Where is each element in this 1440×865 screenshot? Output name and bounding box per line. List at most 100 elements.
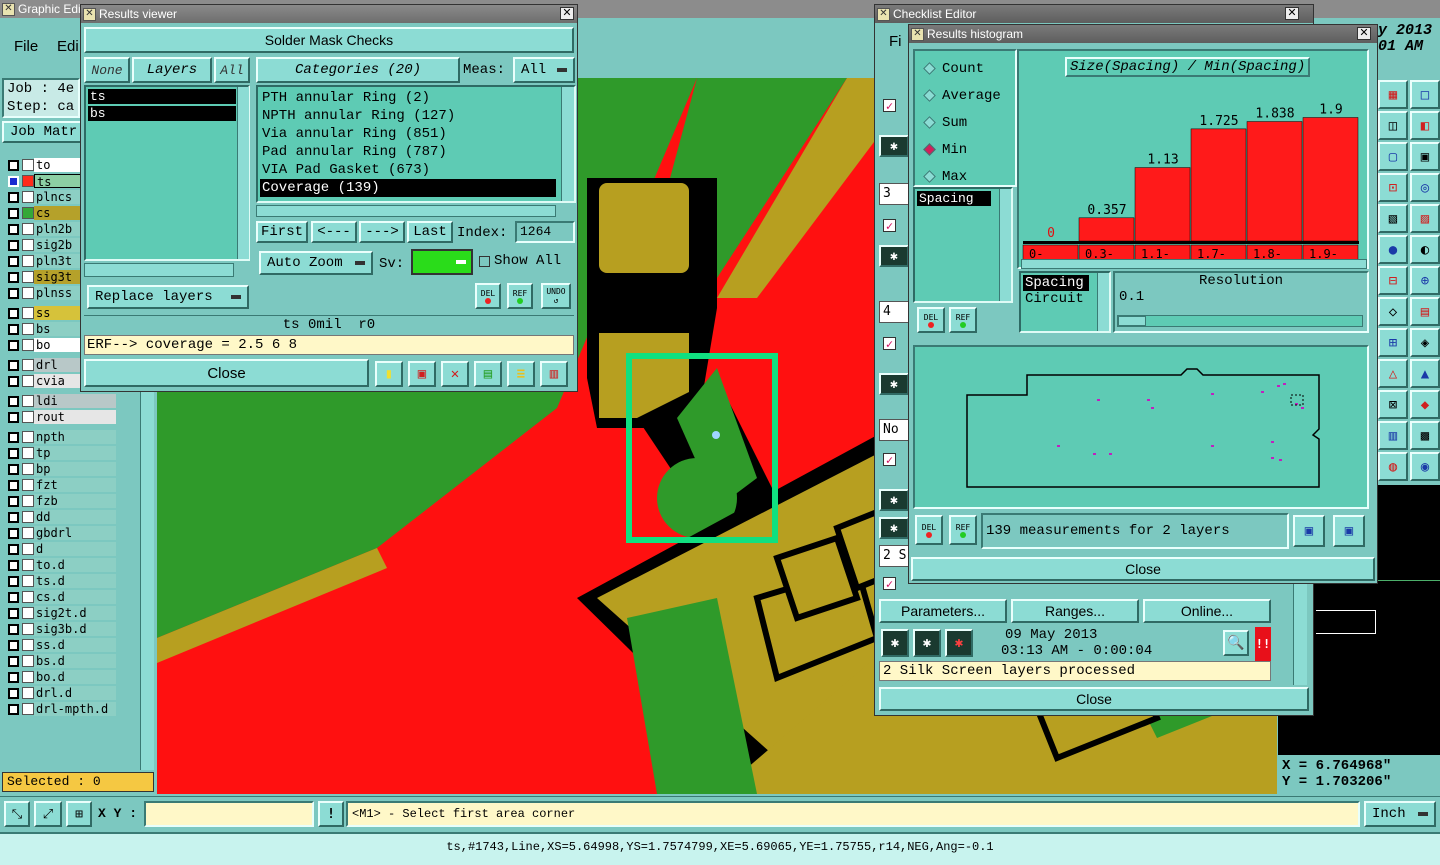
list-item[interactable]: ts xyxy=(88,89,236,104)
layer-name[interactable]: dd xyxy=(34,510,116,524)
menu-file[interactable]: File xyxy=(14,38,38,55)
mode-radio-count[interactable]: Count xyxy=(919,55,1011,82)
layer-checkbox[interactable] xyxy=(8,359,19,371)
tool-icon[interactable]: ◇ xyxy=(1378,297,1408,326)
category-item[interactable]: NPTH annular Ring (127) xyxy=(260,107,556,125)
layer-checkbox[interactable] xyxy=(8,607,19,619)
show-all-checkbox[interactable]: Show All xyxy=(479,253,561,269)
zoom-icon[interactable]: 🔍 xyxy=(1223,630,1249,656)
mode-radio-sum[interactable]: Sum xyxy=(919,109,1011,136)
layer-checkbox[interactable] xyxy=(8,255,19,267)
layer-checkbox[interactable] xyxy=(8,375,19,387)
layer-row[interactable]: drl.d xyxy=(8,686,126,700)
measurement-marker[interactable] xyxy=(1097,399,1100,401)
measurement-marker[interactable] xyxy=(1109,453,1112,455)
layer-row[interactable]: ldi xyxy=(8,394,126,408)
histogram-bar[interactable] xyxy=(1190,128,1247,242)
layer-checkbox[interactable] xyxy=(8,671,19,683)
measurement-marker[interactable] xyxy=(1301,407,1304,409)
layer-row[interactable]: bo.d xyxy=(8,670,126,684)
layer-checkbox[interactable] xyxy=(8,191,19,203)
layer-row[interactable]: rout xyxy=(8,410,126,424)
tool-icon[interactable]: ▥ xyxy=(1378,421,1408,450)
layer-checkbox[interactable] xyxy=(8,511,19,523)
tool-icon[interactable]: ◎ xyxy=(1410,173,1440,202)
layer-checkbox[interactable] xyxy=(8,395,19,407)
category-item[interactable]: Coverage (139) xyxy=(260,179,556,197)
layer-row[interactable]: ss.d xyxy=(8,638,126,652)
measurement-marker[interactable] xyxy=(1261,391,1264,393)
layer-name[interactable]: bs.d xyxy=(34,654,116,668)
layer-row[interactable]: sig3b.d xyxy=(8,622,126,636)
run-all-icon[interactable]: ✱ xyxy=(881,629,909,657)
measurement-marker[interactable] xyxy=(1283,383,1286,385)
all-button[interactable]: All xyxy=(214,57,250,83)
layers-button[interactable]: Layers xyxy=(132,57,212,83)
run-action-icon[interactable]: ✱ xyxy=(879,245,909,267)
layer-results-hscroll[interactable] xyxy=(84,263,234,277)
meas-dropdown[interactable]: All xyxy=(513,57,575,83)
layer-checkbox[interactable] xyxy=(8,591,19,603)
tool-icon[interactable]: ◆ xyxy=(1410,390,1440,419)
layer-row[interactable]: bs.d xyxy=(8,654,126,668)
index-input[interactable]: 1264 xyxy=(515,221,575,243)
tool-icon[interactable]: ▢ xyxy=(1378,142,1408,171)
layer-row[interactable]: drl-mpth.d xyxy=(8,702,126,716)
unit-dropdown[interactable]: Inch xyxy=(1364,801,1436,827)
histogram-type-scrollbar[interactable] xyxy=(1097,273,1109,331)
layer-name[interactable]: cs.d xyxy=(34,590,116,604)
histogram-close-button[interactable]: Close xyxy=(911,557,1375,581)
ref-cross-icon[interactable]: ✕ xyxy=(441,361,469,387)
layer-name[interactable]: ldi xyxy=(34,394,116,408)
close-icon[interactable]: ✕ xyxy=(1285,7,1299,20)
layer-results-list[interactable]: ts bs xyxy=(84,85,250,261)
layer-row[interactable]: ts.d xyxy=(8,574,126,588)
counter-icon[interactable]: ▤ xyxy=(474,361,502,387)
tool-icon[interactable]: ⊕ xyxy=(1410,266,1440,295)
layer-checkbox[interactable] xyxy=(8,479,19,491)
tool-icon[interactable]: ◍ xyxy=(1378,452,1408,481)
tool-icon[interactable]: ⊡ xyxy=(1378,173,1408,202)
layer-name[interactable]: bp xyxy=(34,462,116,476)
layer-name[interactable]: ss.d xyxy=(34,638,116,652)
measurement-marker[interactable] xyxy=(1277,385,1280,387)
layer-name[interactable]: drl.d xyxy=(34,686,116,700)
layer-row[interactable]: gbdrl xyxy=(8,526,126,540)
stop-run-icon[interactable]: ✱ xyxy=(945,629,973,657)
layer-name[interactable]: bo.d xyxy=(34,670,116,684)
tool-icon[interactable]: ▨ xyxy=(1410,204,1440,233)
measurement-marker[interactable] xyxy=(1211,445,1214,447)
layer-name[interactable]: tp xyxy=(34,446,116,460)
check-toggle-icon[interactable]: ✓ xyxy=(879,333,909,355)
spacing-item[interactable]: Spacing xyxy=(1023,275,1089,291)
slider-handle[interactable] xyxy=(1118,316,1146,326)
layer-checkbox[interactable] xyxy=(8,559,19,571)
mode-radio-max[interactable]: Max xyxy=(919,163,1011,190)
checklist-header-button[interactable]: Solder Mask Checks xyxy=(84,27,574,53)
alert-icon[interactable]: !! xyxy=(1255,627,1271,661)
layer-checkbox[interactable] xyxy=(8,175,19,187)
ref-button[interactable]: REF xyxy=(507,283,533,309)
job-matrix-button[interactable]: Job Matr xyxy=(2,121,82,143)
layer-checkbox[interactable] xyxy=(8,207,19,219)
measurement-marker[interactable] xyxy=(1279,459,1282,461)
prev-button[interactable]: <--- xyxy=(311,221,357,243)
check-toggle-icon[interactable]: ✓ xyxy=(879,449,909,471)
layer-checkbox[interactable] xyxy=(8,431,19,443)
run-action-icon[interactable]: ✱ xyxy=(879,489,909,511)
layer-checkbox[interactable] xyxy=(8,703,19,715)
parameters-button[interactable]: Parameters... xyxy=(879,599,1007,623)
run-action-icon[interactable]: ✱ xyxy=(879,517,909,539)
sv-color-dropdown[interactable] xyxy=(411,249,473,275)
tool-icon[interactable]: ▣ xyxy=(1410,142,1440,171)
mode-radio-min[interactable]: Min xyxy=(919,136,1011,163)
tool-icon[interactable]: ⊟ xyxy=(1378,266,1408,295)
layer-row[interactable]: fzb xyxy=(8,494,126,508)
run-action-icon[interactable]: ✱ xyxy=(879,135,909,157)
layer-checkbox[interactable] xyxy=(8,447,19,459)
zoom-area-icon[interactable]: ⤡ xyxy=(4,801,30,827)
layer-checkbox[interactable] xyxy=(8,639,19,651)
checklist-close-button[interactable]: Close xyxy=(879,687,1309,711)
grid-icon[interactable]: ⊞ xyxy=(66,801,92,827)
categories-button[interactable]: Categories (20) xyxy=(256,57,460,83)
